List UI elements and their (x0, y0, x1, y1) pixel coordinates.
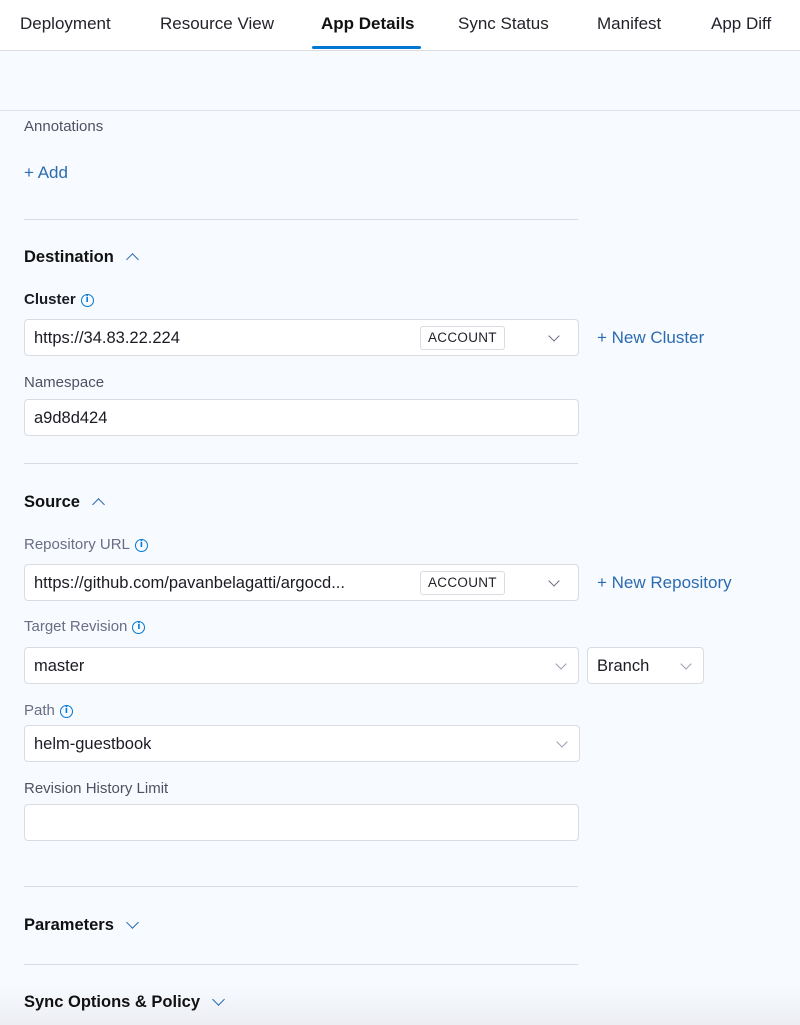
info-circle-icon[interactable]: i (80, 294, 94, 307)
chevron-down-icon[interactable] (555, 658, 567, 670)
chevron-down-icon[interactable] (126, 916, 139, 929)
target-revision-select[interactable]: master (24, 647, 579, 684)
tab-resource-view[interactable]: Resource View (160, 0, 274, 50)
repository-url-select[interactable]: https://github.com/pavanbelagatti/argocd… (24, 564, 579, 601)
annotations-label: Annotations (24, 118, 104, 135)
repository-url-value: https://github.com/pavanbelagatti/argocd… (34, 574, 345, 592)
chevron-down-icon[interactable] (548, 330, 560, 342)
target-revision-label: Target Revision i (24, 618, 146, 635)
chevron-up-icon[interactable] (125, 253, 139, 266)
chevron-down-icon[interactable] (212, 993, 225, 1006)
path-label-text: Path (24, 702, 55, 719)
source-section-header[interactable]: Source (24, 493, 105, 512)
cluster-scope-badge: ACCOUNT (420, 326, 505, 350)
namespace-label: Namespace (24, 374, 105, 391)
destination-title: Destination (24, 248, 114, 266)
chevron-down-icon[interactable] (548, 575, 560, 587)
cluster-label-text: Cluster (24, 291, 76, 308)
chevron-up-icon[interactable] (92, 498, 105, 511)
header-separator (0, 110, 800, 111)
parameters-title: Parameters (24, 916, 114, 934)
section-divider (24, 886, 578, 887)
info-circle-icon[interactable]: i (59, 705, 73, 718)
path-label: Path i (24, 702, 73, 719)
repository-scope-badge: ACCOUNT (420, 571, 505, 595)
cluster-value: https://34.83.22.224 (34, 329, 180, 347)
section-divider (24, 463, 578, 464)
active-tab-indicator (312, 46, 421, 49)
source-title: Source (24, 493, 80, 511)
add-annotation-link[interactable]: + Add (24, 163, 68, 183)
parameters-section-header[interactable]: Parameters (24, 916, 139, 935)
cluster-select[interactable]: https://34.83.22.224 ACCOUNT (24, 319, 579, 356)
tab-app-diff[interactable]: App Diff (711, 0, 771, 50)
tab-app-details[interactable]: App Details (321, 0, 415, 50)
revision-history-limit-input[interactable] (24, 804, 579, 841)
namespace-input[interactable]: a9d8d424 (24, 399, 579, 436)
revision-type-value: Branch (597, 657, 650, 675)
section-divider (24, 964, 578, 965)
chevron-down-icon[interactable] (556, 736, 568, 748)
revision-history-limit-label: Revision History Limit (24, 780, 169, 797)
target-revision-label-text: Target Revision (24, 618, 128, 635)
namespace-value: a9d8d424 (34, 409, 108, 427)
repository-url-label-text: Repository URL (24, 536, 130, 553)
sync-options-section-header[interactable]: Sync Options & Policy (24, 993, 225, 1012)
tab-sync-status[interactable]: Sync Status (458, 0, 549, 50)
repository-url-label: Repository URL i (24, 536, 148, 553)
info-circle-icon[interactable]: i (132, 621, 146, 634)
cluster-label: Cluster i (24, 291, 94, 308)
destination-section-header[interactable]: Destination (24, 248, 139, 267)
tab-manifest[interactable]: Manifest (597, 0, 661, 50)
sync-options-title: Sync Options & Policy (24, 993, 201, 1011)
chevron-down-icon[interactable] (680, 658, 692, 670)
tab-bar: Deployment Resource View App Details Syn… (0, 0, 800, 51)
new-cluster-link[interactable]: + New Cluster (597, 328, 704, 348)
tab-deployment[interactable]: Deployment (20, 0, 111, 50)
revision-type-select[interactable]: Branch (587, 647, 704, 684)
path-select[interactable]: helm-guestbook (24, 725, 580, 762)
target-revision-value: master (34, 657, 85, 675)
new-repository-link[interactable]: + New Repository (597, 573, 732, 593)
info-circle-icon[interactable]: i (134, 539, 148, 552)
section-divider (24, 219, 578, 220)
path-value: helm-guestbook (34, 735, 152, 753)
